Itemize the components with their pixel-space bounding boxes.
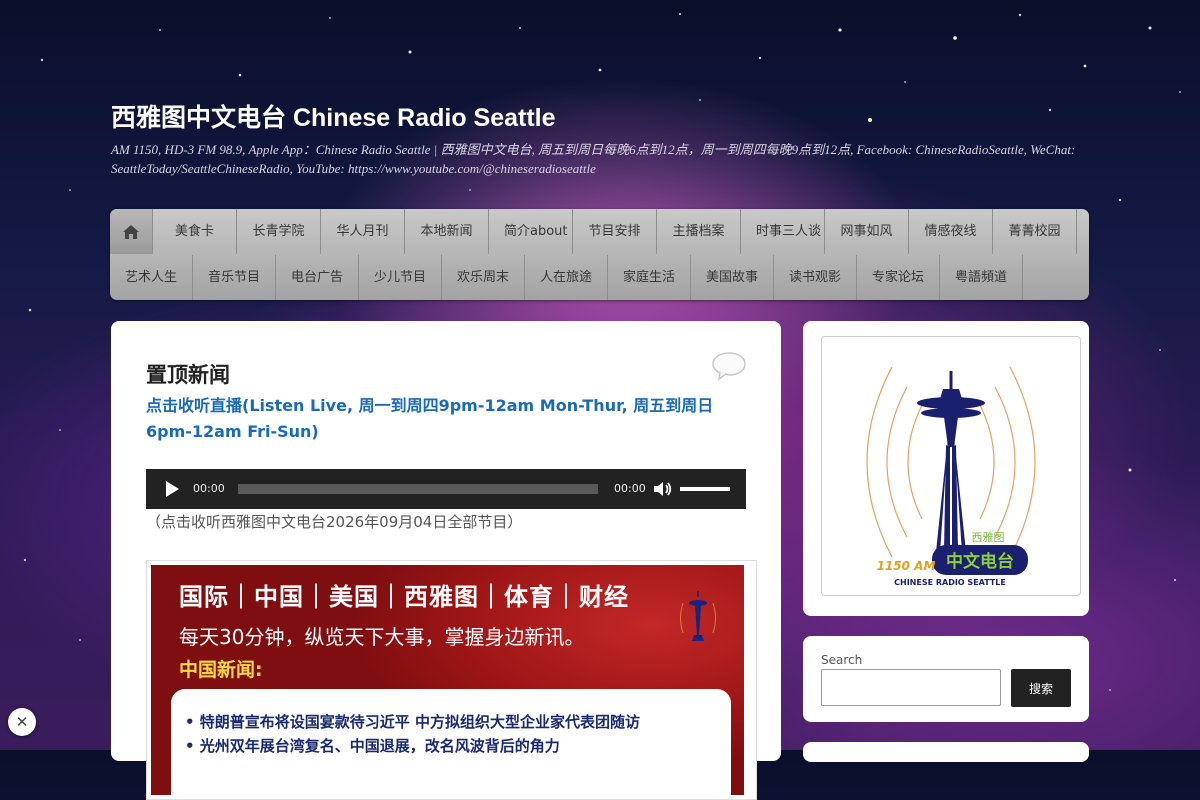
nav-row-2: 艺术人生 音乐节目 电台广告 少儿节目 欢乐周末 人在旅途 家庭生活 美国故事 … xyxy=(110,255,1023,300)
space-needle-logo: 西雅图 中文电台 1150 AM CHINESE RADIO SEATTLE xyxy=(866,366,1036,587)
nav-item-family[interactable]: 家庭生活 xyxy=(608,255,691,300)
nav-item-expert-forum[interactable]: 专家论坛 xyxy=(857,255,940,300)
search-label: Search xyxy=(821,653,863,667)
post-title[interactable]: 置顶新闻 xyxy=(146,359,230,389)
station-logo[interactable]: 西雅图 中文电台 1150 AM CHINESE RADIO SEATTLE xyxy=(821,336,1081,596)
banner-tagline: 每天30分钟，纵览天下大事，掌握身边新讯。 xyxy=(179,625,585,649)
nav-item-evergreen-academy[interactable]: 长青学院 xyxy=(237,209,321,254)
nav-item-kids[interactable]: 少儿节目 xyxy=(359,255,442,300)
nav-item-chinese-monthly[interactable]: 华人月刊 xyxy=(321,209,405,254)
radio-tower-icon xyxy=(680,591,716,641)
close-button[interactable]: ✕ xyxy=(8,708,36,736)
comment-icon[interactable] xyxy=(711,351,747,381)
sidebar-logo-widget: 西雅图 中文电台 1150 AM CHINESE RADIO SEATTLE xyxy=(803,321,1089,616)
nav-item-music[interactable]: 音乐节目 xyxy=(193,255,276,300)
site-description: AM 1150, HD-3 FM 98.9, Apple App：Chinese… xyxy=(111,142,1076,176)
main-content: 置顶新闻 点击收听直播(Listen Live, 周一到周四9pm-12am M… xyxy=(111,321,781,800)
nav-item-current-affairs[interactable]: 时事三人谈 xyxy=(741,209,825,254)
search-input[interactable] xyxy=(821,669,1001,706)
volume-slider[interactable] xyxy=(680,487,730,491)
current-time: 00:00 xyxy=(193,482,225,495)
close-icon: ✕ xyxy=(15,713,29,731)
nav-item-american-stories[interactable]: 美国故事 xyxy=(691,255,774,300)
home-icon xyxy=(123,224,139,239)
nav-item-art-life[interactable]: 艺术人生 xyxy=(110,255,193,300)
news-banner[interactable]: 国际｜中国｜美国｜西雅图｜体育｜财经 每天30分钟，纵览天下大事，掌握身边新讯。… xyxy=(146,560,757,800)
banner-news-list: • 特朗普宣布将设国宴款待习近平 中方拟组织大型企业家代表团随访 • 光州双年展… xyxy=(171,689,731,795)
logo-am-frequency: 1150 AM xyxy=(877,559,936,573)
nav-item-campus[interactable]: 菁菁校园 xyxy=(993,209,1077,254)
banner-news-item: • 光州双年展台湾复名、中国退展，改名风波背后的角力 xyxy=(185,737,560,755)
banner-section-title: 中国新闻: xyxy=(179,659,263,681)
sidebar-next-widget xyxy=(803,742,1089,762)
nav-item-schedule[interactable]: 节目安排 xyxy=(573,209,657,254)
nav-item-hosts[interactable]: 主播档案 xyxy=(657,209,741,254)
news-banner-image: 国际｜中国｜美国｜西雅图｜体育｜财经 每天30分钟，纵览天下大事，掌握身边新讯。… xyxy=(151,565,744,795)
site-title[interactable]: 西雅图中文电台 Chinese Radio Seattle xyxy=(111,98,556,134)
main-navigation: 美食卡 长青学院 华人月刊 本地新闻 简介about 节目安排 主播档案 时事三… xyxy=(110,209,1089,300)
nav-item-travel[interactable]: 人在旅途 xyxy=(525,255,608,300)
nav-row-1: 美食卡 长青学院 华人月刊 本地新闻 简介about 节目安排 主播档案 时事三… xyxy=(110,209,1077,254)
player-caption: （点击收听西雅图中文电台2026年09月04日全部节目） xyxy=(146,513,523,531)
logo-city: 西雅图 xyxy=(972,530,1005,544)
sidebar-search-widget: Search 搜索 xyxy=(803,636,1089,722)
nav-item-cantonese[interactable]: 粤語頻道 xyxy=(940,255,1023,300)
listen-live-link[interactable]: 点击收听直播(Listen Live, 周一到周四9pm-12am Mon-Th… xyxy=(146,393,746,445)
nav-item-weekend[interactable]: 欢乐周末 xyxy=(442,255,525,300)
progress-bar[interactable] xyxy=(238,484,598,494)
nav-item-local-news[interactable]: 本地新闻 xyxy=(405,209,489,254)
banner-categories: 国际｜中国｜美国｜西雅图｜体育｜财经 xyxy=(179,583,629,611)
duration: 00:00 xyxy=(614,482,646,495)
logo-station-name: 中文电台 xyxy=(946,551,1014,572)
nav-item-about[interactable]: 简介about xyxy=(489,209,573,254)
logo-english-name: CHINESE RADIO SEATTLE xyxy=(894,578,1006,587)
nav-item-books-films[interactable]: 读书观影 xyxy=(774,255,857,300)
audio-player: 00:00 00:00 xyxy=(146,469,746,509)
nav-item-emotion-night[interactable]: 情感夜线 xyxy=(909,209,993,254)
nav-home[interactable] xyxy=(110,209,153,254)
search-button[interactable]: 搜索 xyxy=(1011,669,1071,707)
play-icon[interactable] xyxy=(164,480,180,498)
banner-news-item: • 特朗普宣布将设国宴款待习近平 中方拟组织大型企业家代表团随访 xyxy=(185,713,641,731)
nav-item-web-wind[interactable]: 网事如风 xyxy=(825,209,909,254)
nav-item-ads[interactable]: 电台广告 xyxy=(276,255,359,300)
nav-item-food-card[interactable]: 美食卡 xyxy=(153,209,237,254)
volume-icon[interactable] xyxy=(653,480,673,498)
